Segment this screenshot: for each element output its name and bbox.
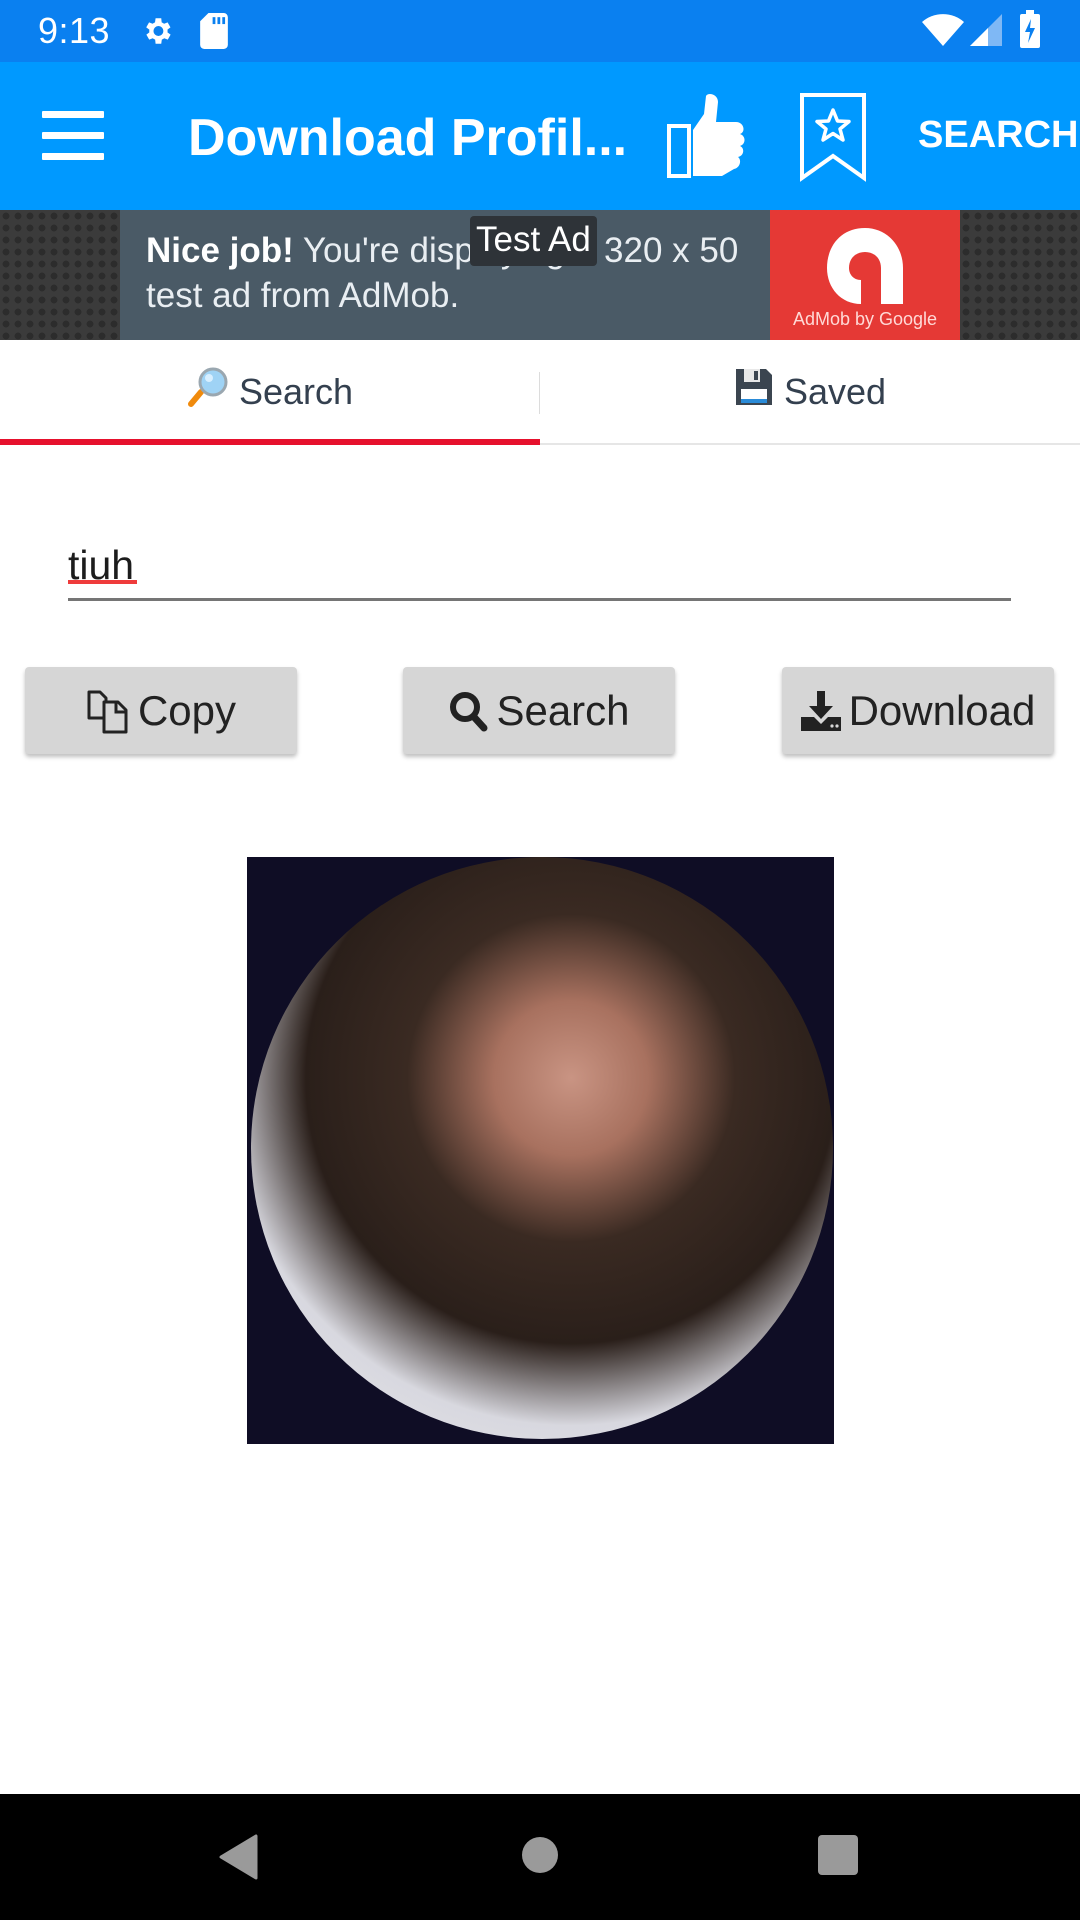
search-icon xyxy=(448,690,488,732)
floppy-disk-emoji-icon xyxy=(734,367,774,416)
settings-gear-icon xyxy=(140,14,174,53)
ad-text: Nice job! You're displaying a 320 x 50 t… xyxy=(146,228,766,318)
ad-logo-text: AdMob by Google xyxy=(792,309,938,329)
hamburger-menu-icon[interactable] xyxy=(40,111,106,161)
tab-saved-label: Saved xyxy=(783,370,887,412)
spellcheck-underline xyxy=(68,580,137,584)
sd-card-icon xyxy=(200,13,228,54)
tab-search[interactable]: Search xyxy=(0,340,540,443)
thumbs-up-icon[interactable] xyxy=(662,92,752,182)
username-input-field[interactable] xyxy=(68,530,1011,602)
copy-button-label: Copy xyxy=(137,686,237,734)
ad-headline: Nice job! xyxy=(146,231,294,270)
input-underline xyxy=(68,598,1011,601)
username-input[interactable] xyxy=(68,530,1011,600)
app-title: Download Profil... xyxy=(188,109,628,167)
cellular-signal-icon xyxy=(970,14,1002,51)
download-button[interactable]: Download xyxy=(782,667,1054,754)
battery-charging-icon xyxy=(1020,10,1040,53)
admob-logo-icon xyxy=(827,228,903,304)
download-icon xyxy=(800,690,841,731)
copy-icon xyxy=(86,688,130,734)
download-button-label: Download xyxy=(848,686,1036,734)
active-tab-indicator xyxy=(0,439,540,445)
wifi-icon xyxy=(922,14,964,51)
bookmark-star-icon[interactable] xyxy=(798,92,870,182)
profile-image xyxy=(247,857,834,1444)
app-bar: Download Profil... SEARCH xyxy=(0,62,1080,210)
home-icon[interactable] xyxy=(521,1836,559,1879)
system-nav-bar xyxy=(0,1794,1080,1920)
tab-search-label: Search xyxy=(238,370,354,412)
status-bar: 9:13 xyxy=(0,0,1080,62)
recents-icon[interactable] xyxy=(818,1835,858,1880)
tab-bar: Search Saved xyxy=(0,340,1080,445)
test-ad-label: Test Ad xyxy=(470,216,597,266)
admob-logo: AdMob by Google xyxy=(770,210,960,340)
search-action-button[interactable]: SEARCH xyxy=(918,114,1078,157)
search-button[interactable]: Search xyxy=(403,667,675,754)
tab-saved[interactable]: Saved xyxy=(540,340,1080,443)
search-button-label: Search xyxy=(496,686,630,734)
profile-photo-circle xyxy=(251,857,833,1439)
status-time: 9:13 xyxy=(38,10,111,51)
copy-button[interactable]: Copy xyxy=(25,667,297,754)
ad-banner[interactable]: Nice job! You're displaying a 320 x 50 t… xyxy=(0,210,1080,340)
back-icon[interactable] xyxy=(218,1834,258,1885)
magnifier-emoji-icon xyxy=(187,366,229,417)
